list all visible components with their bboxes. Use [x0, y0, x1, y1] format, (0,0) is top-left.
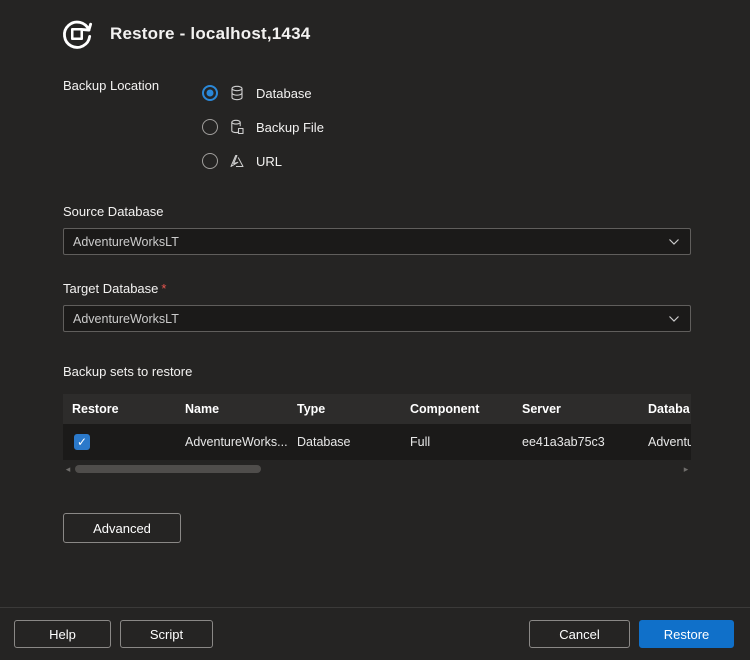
- dialog-footer: Help Script Cancel Restore: [0, 607, 750, 660]
- url-icon: [227, 152, 247, 170]
- footer-left-group: Help Script: [14, 620, 213, 648]
- column-header-component: Component: [401, 394, 513, 424]
- option-backup-file-label: Backup File: [256, 120, 324, 135]
- radio-database[interactable]: [202, 85, 218, 101]
- target-database-field: Target Database* AdventureWorksLT: [63, 281, 691, 332]
- horizontal-scrollbar[interactable]: ◂ ▸: [63, 462, 691, 475]
- column-header-database: Databa: [639, 394, 691, 424]
- source-database-dropdown[interactable]: AdventureWorksLT: [63, 228, 691, 255]
- backup-sets-table: Restore Name Type Component Server Datab…: [63, 394, 691, 460]
- cancel-button[interactable]: Cancel: [529, 620, 630, 648]
- advanced-button[interactable]: Advanced: [63, 513, 181, 543]
- backup-location-options: Database Backup File: [202, 76, 324, 178]
- target-database-value: AdventureWorksLT: [73, 312, 179, 326]
- column-header-server: Server: [513, 394, 639, 424]
- radio-backup-file[interactable]: [202, 119, 218, 135]
- option-url-label: URL: [256, 154, 282, 169]
- restore-dialog: Restore - localhost,1434 Backup Location…: [0, 0, 750, 660]
- radio-url[interactable]: [202, 153, 218, 169]
- chevron-down-icon: [668, 238, 680, 246]
- option-url[interactable]: URL: [202, 144, 324, 178]
- database-icon: [227, 84, 247, 102]
- required-marker: *: [161, 281, 166, 296]
- backup-sets-label: Backup sets to restore: [63, 364, 691, 379]
- dialog-header: Restore - localhost,1434: [0, 0, 750, 54]
- cell-database: Adventu...: [639, 424, 691, 460]
- dialog-content: Backup Location Database: [0, 76, 750, 543]
- scrollbar-track[interactable]: [75, 465, 679, 473]
- target-database-dropdown[interactable]: AdventureWorksLT: [63, 305, 691, 332]
- backup-location-label: Backup Location: [63, 76, 202, 178]
- backup-location-group: Backup Location Database: [63, 76, 691, 178]
- option-database[interactable]: Database: [202, 76, 324, 110]
- scrollbar-thumb[interactable]: [75, 465, 261, 473]
- footer-right-group: Cancel Restore: [529, 620, 734, 648]
- help-button[interactable]: Help: [14, 620, 111, 648]
- cell-component: Full: [401, 424, 513, 460]
- cell-type: Database: [288, 424, 401, 460]
- column-header-name: Name: [176, 394, 288, 424]
- scroll-right-arrow-icon[interactable]: ▸: [681, 464, 691, 474]
- source-database-field: Source Database AdventureWorksLT: [63, 204, 691, 255]
- option-backup-file[interactable]: Backup File: [202, 110, 324, 144]
- dialog-title: Restore - localhost,1434: [110, 24, 310, 44]
- cell-restore: ✓: [63, 424, 176, 460]
- source-database-value: AdventureWorksLT: [73, 235, 179, 249]
- option-database-label: Database: [256, 86, 312, 101]
- backup-file-icon: [227, 118, 247, 136]
- table-header-row: Restore Name Type Component Server Datab…: [63, 394, 691, 424]
- cell-server: ee41a3ab75c3: [513, 424, 639, 460]
- restore-checkbox[interactable]: ✓: [74, 434, 90, 450]
- column-header-type: Type: [288, 394, 401, 424]
- restore-icon: [57, 14, 97, 54]
- script-button[interactable]: Script: [120, 620, 213, 648]
- source-database-label: Source Database: [63, 204, 691, 219]
- target-database-label: Target Database*: [63, 281, 691, 296]
- chevron-down-icon: [668, 315, 680, 323]
- table-row: ✓ AdventureWorks... Database Full ee41a3…: [63, 424, 691, 460]
- cell-name: AdventureWorks...: [176, 424, 288, 460]
- restore-button[interactable]: Restore: [639, 620, 734, 648]
- column-header-restore: Restore: [63, 394, 176, 424]
- scroll-left-arrow-icon[interactable]: ◂: [63, 464, 73, 474]
